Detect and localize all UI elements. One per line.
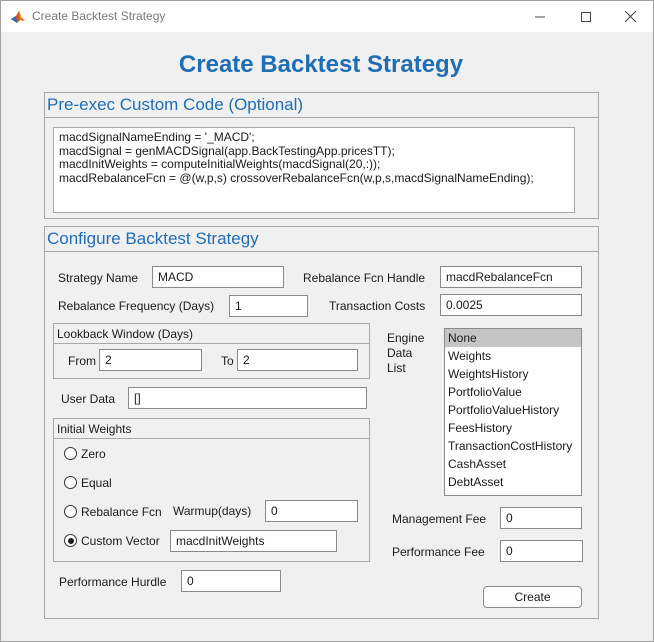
- initial-weights-title: Initial Weights: [57, 422, 132, 436]
- rebalance-handle-field[interactable]: macdRebalanceFcn: [440, 266, 582, 288]
- list-item[interactable]: WeightsHistory: [445, 365, 581, 383]
- rebalance-frequency-label: Rebalance Frequency (Days): [58, 299, 215, 313]
- rebalance-frequency-field[interactable]: 1: [229, 295, 308, 317]
- maximize-icon: [581, 11, 591, 22]
- configure-title: Configure Backtest Strategy: [47, 229, 259, 248]
- list-item[interactable]: PortfolioValue: [445, 383, 581, 401]
- performance-hurdle-field[interactable]: 0: [181, 570, 281, 592]
- app-window: Create Backtest Strategy Create Backtest…: [0, 0, 654, 642]
- engine-data-label-line1: Engine: [387, 331, 425, 345]
- close-button[interactable]: [607, 1, 653, 32]
- warmup-label: Warmup(days): [173, 504, 252, 518]
- engine-data-label-line3: List: [387, 361, 406, 375]
- strategy-name-label: Strategy Name: [58, 271, 139, 285]
- radio-rebalance-fcn-label: Rebalance Fcn: [81, 505, 162, 519]
- window-title: Create Backtest Strategy: [32, 9, 166, 23]
- list-item[interactable]: FeesHistory: [445, 419, 581, 437]
- lookback-title: Lookback Window (Days): [57, 327, 194, 341]
- performance-fee-label: Performance Fee: [392, 545, 485, 559]
- title-bar: Create Backtest Strategy: [1, 1, 653, 32]
- from-label: From: [68, 354, 96, 368]
- create-button[interactable]: Create: [483, 586, 582, 608]
- user-data-label: User Data: [61, 392, 116, 406]
- minimize-icon: [535, 16, 545, 17]
- lookback-title-bar: Lookback Window (Days): [54, 324, 369, 344]
- preexec-code-editor[interactable]: macdSignalNameEnding = '_MACD'; macdSign…: [53, 127, 575, 213]
- close-icon: [624, 11, 636, 22]
- custom-vector-field[interactable]: macdInitWeights: [170, 530, 337, 552]
- preexec-title: Pre-exec Custom Code (Optional): [47, 95, 304, 114]
- radio-zero[interactable]: [64, 447, 77, 460]
- strategy-name-field[interactable]: MACD: [152, 266, 284, 288]
- engine-data-label-line2: Data: [387, 346, 413, 360]
- transaction-costs-field[interactable]: 0.0025: [440, 294, 582, 316]
- rebalance-handle-label: Rebalance Fcn Handle: [303, 271, 426, 285]
- radio-rebalance-fcn[interactable]: [64, 505, 77, 518]
- radio-custom-vector[interactable]: [64, 534, 77, 547]
- list-item[interactable]: DebtAsset: [445, 473, 581, 491]
- preexec-panel: Pre-exec Custom Code (Optional) macdSign…: [44, 92, 599, 219]
- radio-zero-label: Zero: [81, 447, 106, 461]
- performance-fee-field[interactable]: 0: [500, 540, 583, 562]
- radio-custom-vector-label: Custom Vector: [81, 534, 160, 548]
- list-item[interactable]: Weights: [445, 347, 581, 365]
- lookback-from-field[interactable]: 2: [99, 349, 202, 371]
- list-item[interactable]: None: [445, 329, 581, 347]
- transaction-costs-label: Transaction Costs: [329, 299, 426, 313]
- performance-hurdle-label: Performance Hurdle: [59, 575, 167, 589]
- management-fee-label: Management Fee: [392, 512, 487, 526]
- initial-weights-title-bar: Initial Weights: [54, 419, 369, 439]
- page-title: Create Backtest Strategy: [178, 51, 464, 78]
- radio-equal[interactable]: [64, 476, 77, 489]
- management-fee-field[interactable]: 0: [500, 507, 582, 529]
- maximize-button[interactable]: [563, 1, 609, 32]
- radio-equal-label: Equal: [81, 476, 112, 490]
- user-data-field[interactable]: []: [128, 387, 367, 409]
- list-item[interactable]: PortfolioValueHistory: [445, 401, 581, 419]
- list-item[interactable]: CashAsset: [445, 455, 581, 473]
- warmup-field[interactable]: 0: [265, 500, 358, 522]
- lookback-to-field[interactable]: 2: [237, 349, 358, 371]
- list-item[interactable]: TransactionCostHistory: [445, 437, 581, 455]
- to-label: To: [221, 354, 234, 368]
- matlab-logo-icon: [10, 9, 26, 25]
- minimize-button[interactable]: [517, 1, 563, 32]
- engine-data-listbox[interactable]: None Weights WeightsHistory PortfolioVal…: [444, 328, 582, 496]
